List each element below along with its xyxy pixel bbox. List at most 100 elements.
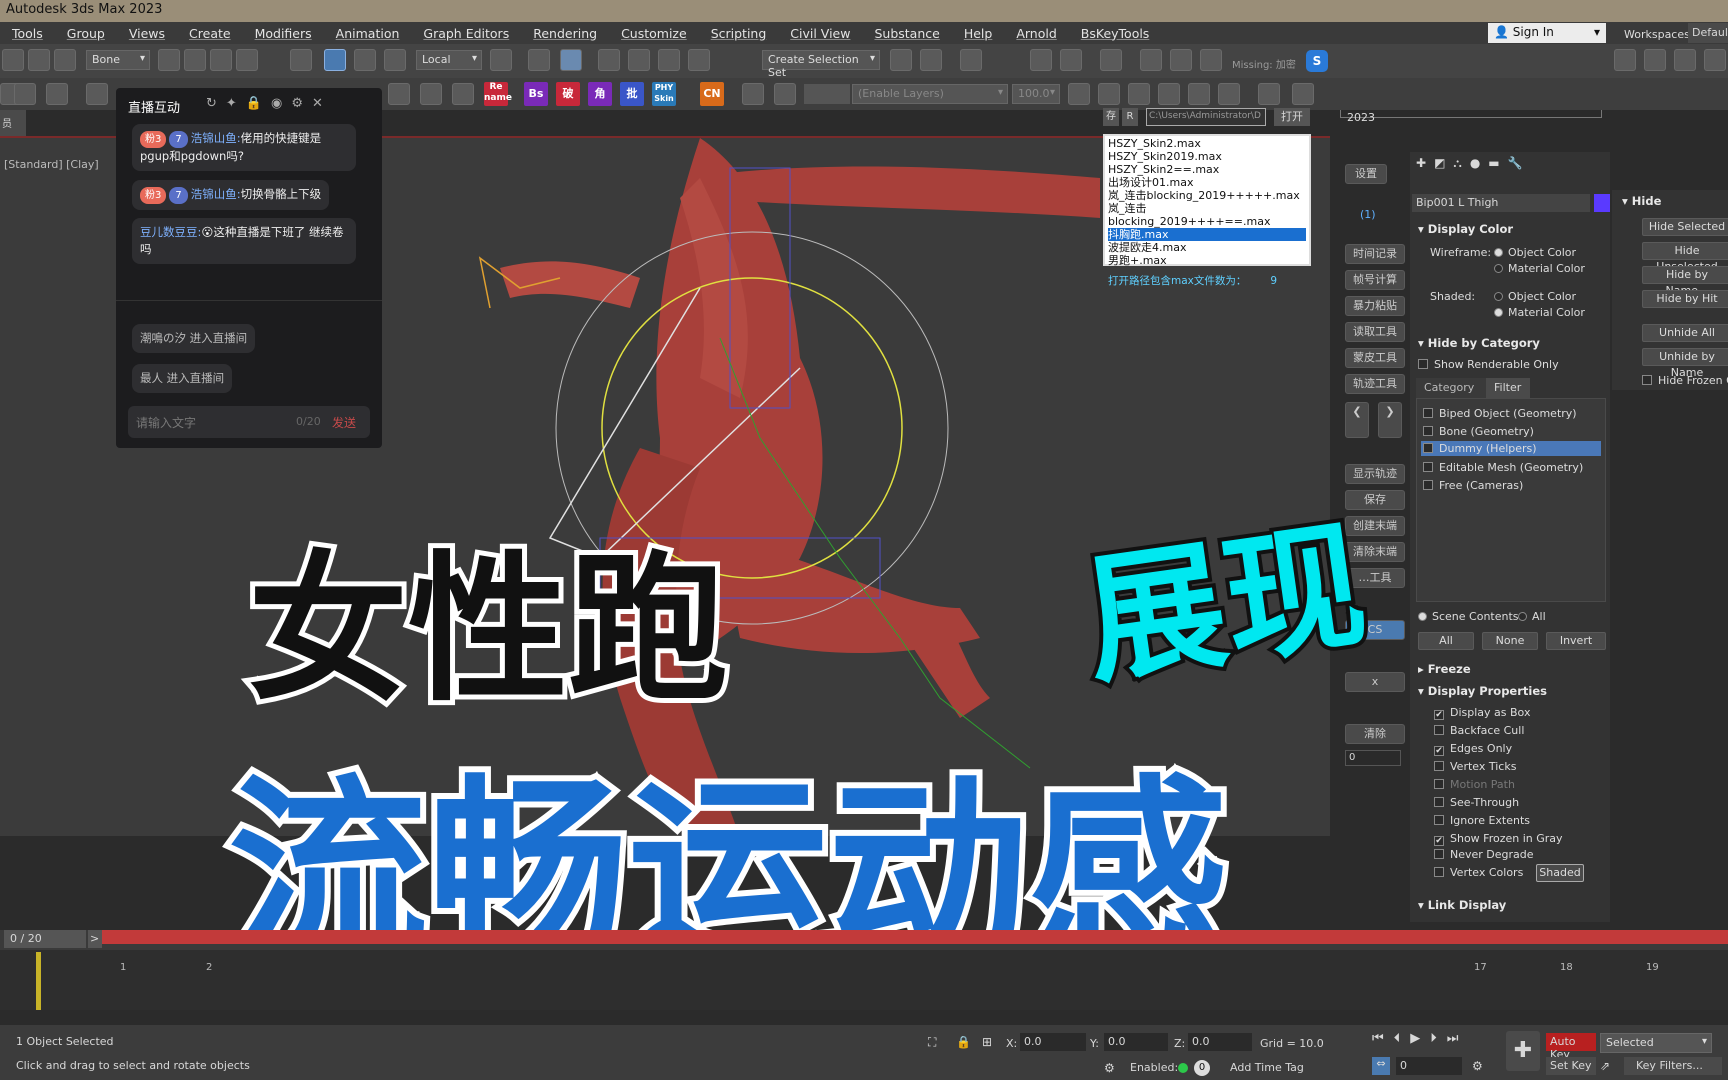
key-mode-toggle[interactable]: ⇔	[1372, 1057, 1390, 1075]
hide-rollout[interactable]: ▾ Hide	[1622, 194, 1661, 208]
filter-item[interactable]: Editable Mesh (Geometry)	[1423, 461, 1583, 474]
absolute-mode-icon[interactable]: ⊞	[982, 1035, 992, 1049]
file-item[interactable]: HSZY_Skin2019.max	[1108, 150, 1306, 163]
menu-graph-editors[interactable]: Graph Editors	[411, 26, 521, 41]
move-icon[interactable]	[290, 49, 312, 71]
menu-help[interactable]: Help	[952, 26, 1005, 41]
menu-modifiers[interactable]: Modifiers	[243, 26, 324, 41]
angle-snap-icon[interactable]	[628, 49, 650, 71]
mic-icon[interactable]: ◉	[271, 96, 291, 111]
layers-stack-icon[interactable]	[742, 83, 764, 105]
motion-tab-icon[interactable]: ●	[1470, 156, 1480, 178]
isolate-icon[interactable]: ⛶	[928, 1035, 936, 1050]
reference-coordinate-dropdown[interactable]: Local	[416, 50, 482, 70]
select-object-icon[interactable]	[158, 49, 180, 71]
refresh-icon[interactable]: ↻	[206, 96, 226, 111]
prop-never-degrade[interactable]: Never Degrade	[1434, 848, 1534, 861]
prop-ignore-extents[interactable]: Ignore Extents	[1434, 814, 1530, 827]
file-item[interactable]: 岚_连击blocking_2019+++++.max	[1108, 189, 1306, 202]
time-slider-frame[interactable]: 0 / 20	[4, 930, 86, 948]
link-icon[interactable]	[28, 49, 50, 71]
link-display-rollout[interactable]: ▾ Link Display	[1418, 898, 1610, 912]
project-folder-icon[interactable]	[1614, 49, 1636, 71]
pivot-center-icon[interactable]	[490, 49, 512, 71]
layer-manager-icon[interactable]	[774, 83, 796, 105]
anim-layer-collapse-icon[interactable]	[1218, 83, 1240, 105]
invert-selection-button[interactable]: Invert	[1546, 632, 1606, 650]
filter-item[interactable]: Free (Cameras)	[1423, 479, 1523, 492]
hide-by-hit-button[interactable]: Hide by Hit	[1642, 290, 1728, 308]
play-icon[interactable]: ▶	[1410, 1031, 1430, 1046]
trajectory-tool-button[interactable]: 轨迹工具	[1345, 374, 1405, 394]
lock-icon[interactable]: 🔒	[246, 96, 271, 111]
y-coordinate[interactable]: 0.0	[1104, 1033, 1168, 1051]
file-item-selected[interactable]: 抖胸跑.max	[1108, 228, 1306, 241]
select-all-button[interactable]: All	[1418, 632, 1474, 650]
snaps-toggle-icon[interactable]	[598, 49, 620, 71]
enabled-indicator[interactable]	[1178, 1063, 1188, 1073]
modify-tab-icon[interactable]: ◩	[1434, 156, 1445, 178]
menu-arnold[interactable]: Arnold	[1004, 26, 1068, 41]
menu-substance[interactable]: Substance	[862, 26, 951, 41]
key-filters-button[interactable]: Key Filters...	[1624, 1057, 1722, 1075]
window-crossing-icon[interactable]	[236, 49, 258, 71]
anim-layer-extra-icon[interactable]	[1292, 83, 1314, 105]
settings-button[interactable]: 设置	[1345, 164, 1387, 184]
menu-scripting[interactable]: Scripting	[699, 26, 779, 41]
freeze-rollout[interactable]: ▸ Freeze	[1418, 662, 1610, 676]
prop-backface-cull[interactable]: Backface Cull	[1434, 724, 1524, 737]
time-config-icon[interactable]: ⚙	[1472, 1059, 1483, 1073]
goto-end-icon[interactable]: ⏭	[1447, 1031, 1469, 1046]
hierarchy-tab-icon[interactable]: ⛬	[1453, 156, 1461, 178]
skin-tool-button[interactable]: 蒙皮工具	[1345, 348, 1405, 368]
selection-region-icon[interactable]	[210, 49, 232, 71]
bind-space-warp-icon[interactable]	[54, 49, 76, 71]
wireframe-object-color-radio[interactable]: Object Color	[1494, 246, 1576, 259]
anim-layer-delete-icon[interactable]	[1128, 83, 1150, 105]
anim-layer-icon[interactable]	[1068, 83, 1090, 105]
tool-save-button[interactable]: 存	[1103, 108, 1119, 126]
plugin-cn-button[interactable]: CN	[700, 82, 724, 106]
display-color-rollout[interactable]: ▾ Display Color	[1418, 222, 1610, 236]
show-trajectory-button[interactable]: 显示轨迹	[1345, 464, 1405, 484]
rename-tag-button[interactable]: Re name	[484, 82, 512, 106]
shaded-object-color-radio[interactable]: Object Color	[1494, 290, 1576, 303]
clear-button[interactable]: 清除	[1345, 724, 1405, 744]
time-slider-next[interactable]: >	[88, 930, 102, 948]
chat-input[interactable]: 请输入文字 0/20 发送	[128, 406, 370, 438]
object-color-swatch[interactable]	[1594, 194, 1610, 212]
close-icon[interactable]: ✕	[312, 96, 332, 111]
menu-views[interactable]: Views	[117, 26, 177, 41]
current-frame-spinner[interactable]: 0	[1396, 1057, 1462, 1075]
project-open-icon[interactable]	[1644, 49, 1666, 71]
prev-frame-icon[interactable]: ⏴	[1394, 1031, 1411, 1046]
enabled-toggle[interactable]: 0	[1194, 1060, 1210, 1076]
select-by-name-icon[interactable]	[184, 49, 206, 71]
key-tangent-icon[interactable]: ⇗	[1600, 1059, 1610, 1073]
menu-civil-view[interactable]: Civil View	[778, 26, 862, 41]
time-record-button[interactable]: 时间记录	[1345, 244, 1405, 264]
z-coordinate[interactable]: 0.0	[1188, 1033, 1252, 1051]
prop-vertex-colors[interactable]: Vertex Colors	[1434, 866, 1523, 879]
file-item[interactable]: HSZY_Skin2==.max	[1108, 163, 1306, 176]
keyboard-shortcut-override-icon[interactable]	[560, 49, 582, 71]
zoom-spinner[interactable]: 100.0	[1012, 84, 1060, 104]
substance-s-icon[interactable]: S	[1306, 50, 1328, 72]
file-item[interactable]: 出场设计01.max	[1108, 176, 1306, 189]
selection-filter-dropdown[interactable]: Bone	[86, 50, 150, 70]
render-tool-icon[interactable]	[86, 83, 108, 105]
curve-editor-icon[interactable]	[1030, 49, 1052, 71]
biped-tool-icon[interactable]	[14, 83, 36, 105]
frame-calc-button[interactable]: 帧号计算	[1345, 270, 1405, 290]
menu-rendering[interactable]: Rendering	[521, 26, 609, 41]
percent-snap-icon[interactable]	[658, 49, 680, 71]
filter-item[interactable]: Bone (Geometry)	[1423, 425, 1534, 438]
x-coordinate[interactable]: 0.0	[1020, 1033, 1086, 1051]
prev-arrow-button[interactable]: ❮	[1345, 402, 1369, 438]
character-tool-icon[interactable]	[388, 83, 410, 105]
prop-vertex-ticks[interactable]: Vertex Ticks	[1434, 760, 1516, 773]
prop-display-as-box[interactable]: ✔ Display as Box	[1434, 706, 1530, 720]
chat-send-button[interactable]: 发送	[332, 414, 356, 431]
hide-by-name-button[interactable]: Hide by Name...	[1642, 266, 1728, 297]
spinner-snap-icon[interactable]	[688, 49, 710, 71]
